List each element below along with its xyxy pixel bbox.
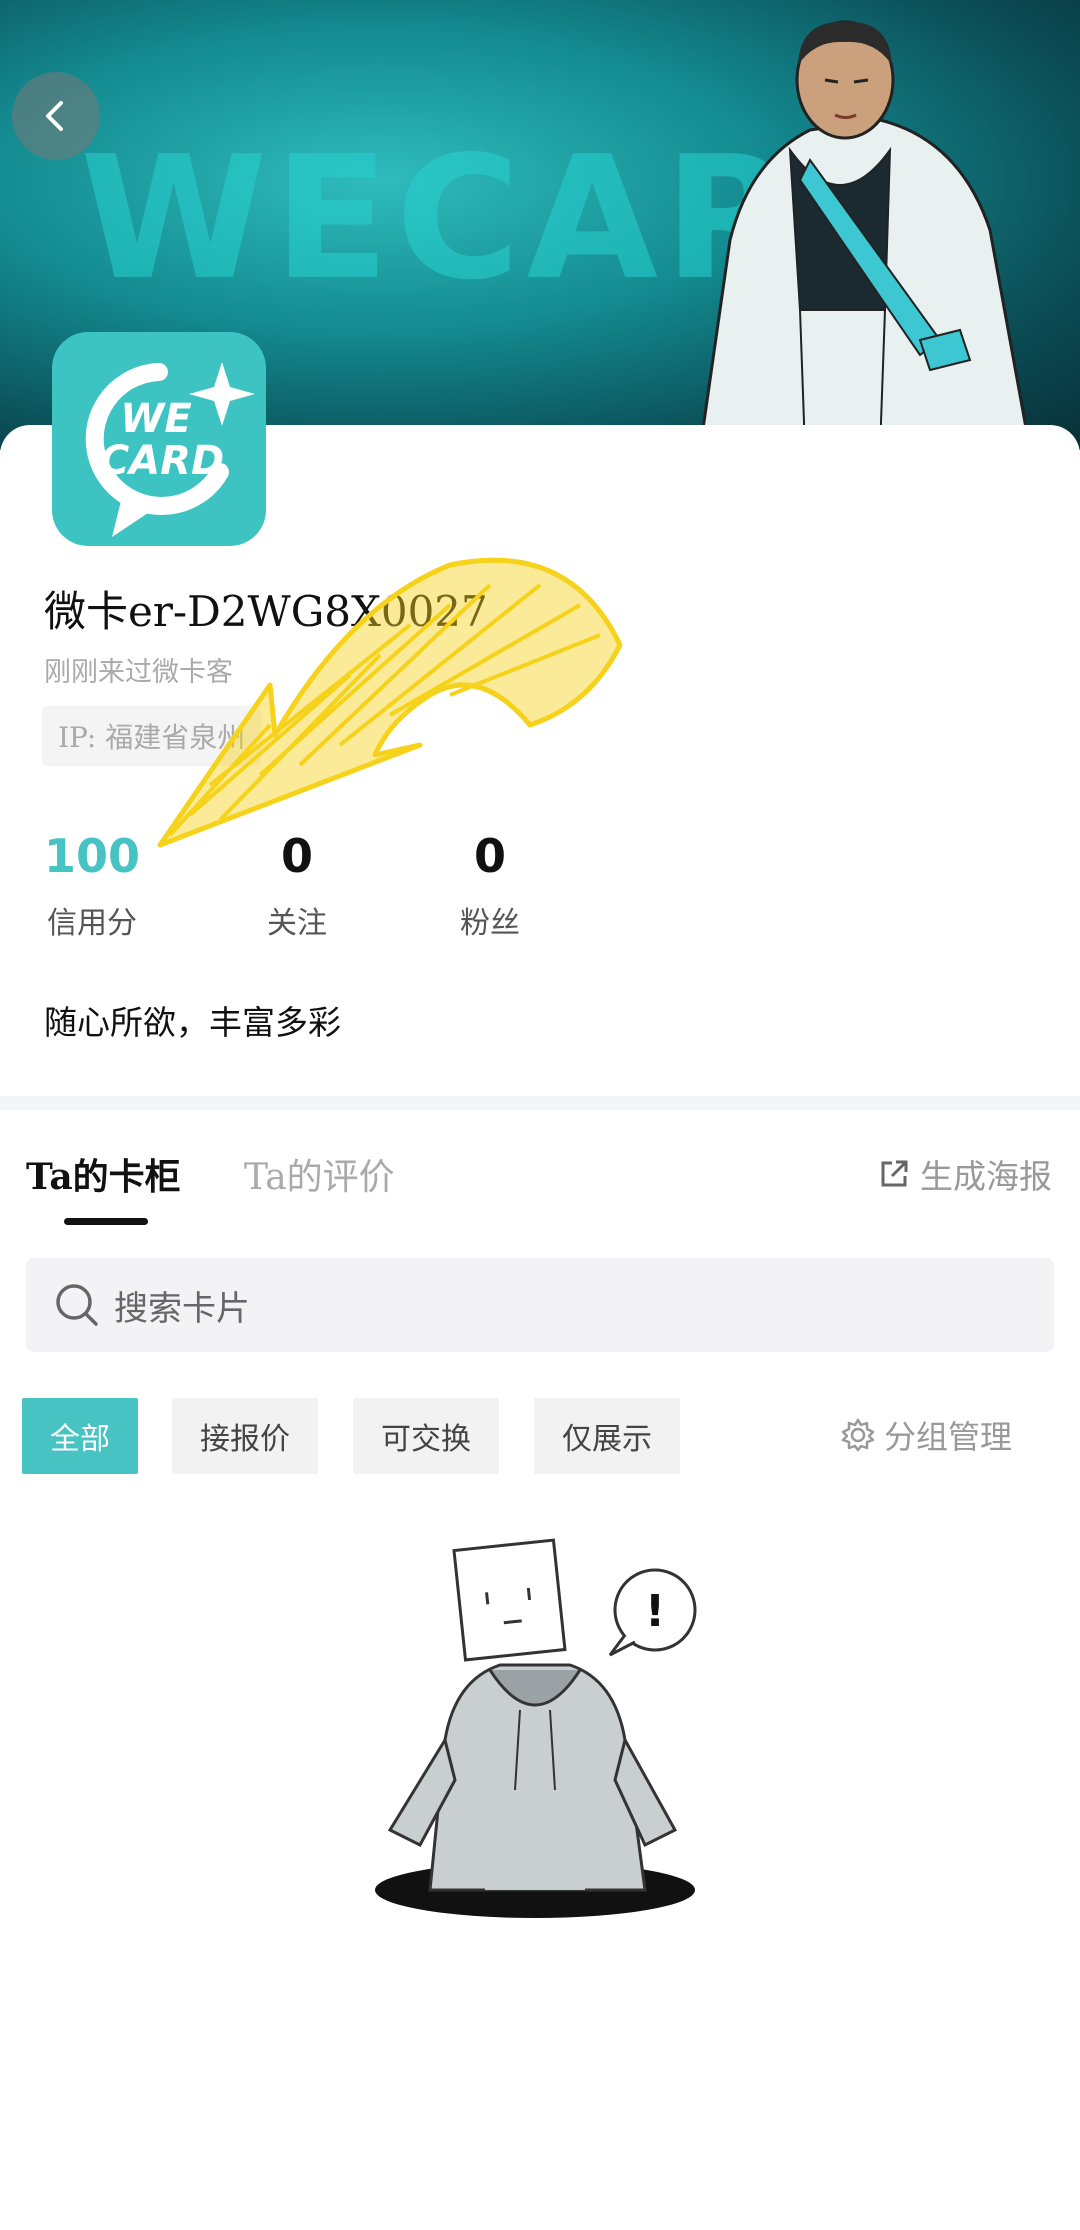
active-tab-indicator [64,1218,148,1225]
profile-page: WECARD WE CARD 微卡er-D2WG8X0027 刚刚来过微卡客 I… [0,0,1080,2230]
last-visit-text: 刚刚来过微卡客 [44,657,233,688]
ip-location-badge: IP: 福建省泉州 [42,706,262,766]
search-icon [56,1284,98,1326]
tab-card-cabinet[interactable]: Ta的卡柜 [26,1148,181,1200]
filter-chip-all[interactable]: 全部 [22,1398,138,1474]
generate-poster-button[interactable]: 生成海报 [878,1150,1052,1198]
empty-state-exclaim: ! [645,1586,665,1637]
external-link-icon [881,1160,908,1187]
logo-text-card: CARD [100,438,224,484]
stat-following-value: 0 [280,829,313,883]
filter-chip-quote[interactable]: 接报价 [172,1398,318,1474]
stat-following[interactable]: 0 关注 [267,828,327,942]
logo-text-we: WE [120,396,191,442]
banner-character-illustration [698,20,1032,450]
search-placeholder: 搜索卡片 [114,1288,250,1329]
stat-followers-value: 0 [473,829,506,883]
stat-following-label: 关注 [267,906,327,941]
stat-followers-label: 粉丝 [460,906,520,941]
search-input[interactable]: 搜索卡片 [26,1258,1054,1352]
stat-credit-value: 100 [44,829,141,883]
bio-text: 随心所欲，丰富多彩 [44,1003,341,1042]
empty-state-illustration: ! [375,1538,697,1918]
filter-chip-display-only[interactable]: 仅展示 [534,1398,680,1474]
group-manage-label: 分组管理 [884,1418,1013,1456]
group-manage-button[interactable]: 分组管理 [840,1412,1012,1458]
wecard-logo: WE CARD [85,362,255,537]
avatar[interactable]: WE CARD [52,332,266,546]
filter-chip-exchange[interactable]: 可交换 [353,1398,499,1474]
username: 微卡er-D2WG8X0027 [44,587,488,636]
stat-credit-label: 信用分 [47,906,138,941]
generate-poster-label: 生成海报 [920,1157,1052,1196]
back-button[interactable] [12,72,100,160]
gear-icon [841,1418,875,1452]
stat-credit[interactable]: 100 信用分 [44,828,140,942]
section-divider [0,1096,1080,1110]
tab-reviews[interactable]: Ta的评价 [244,1148,395,1200]
chevron-left-icon [46,101,63,131]
stat-followers[interactable]: 0 粉丝 [460,828,520,942]
